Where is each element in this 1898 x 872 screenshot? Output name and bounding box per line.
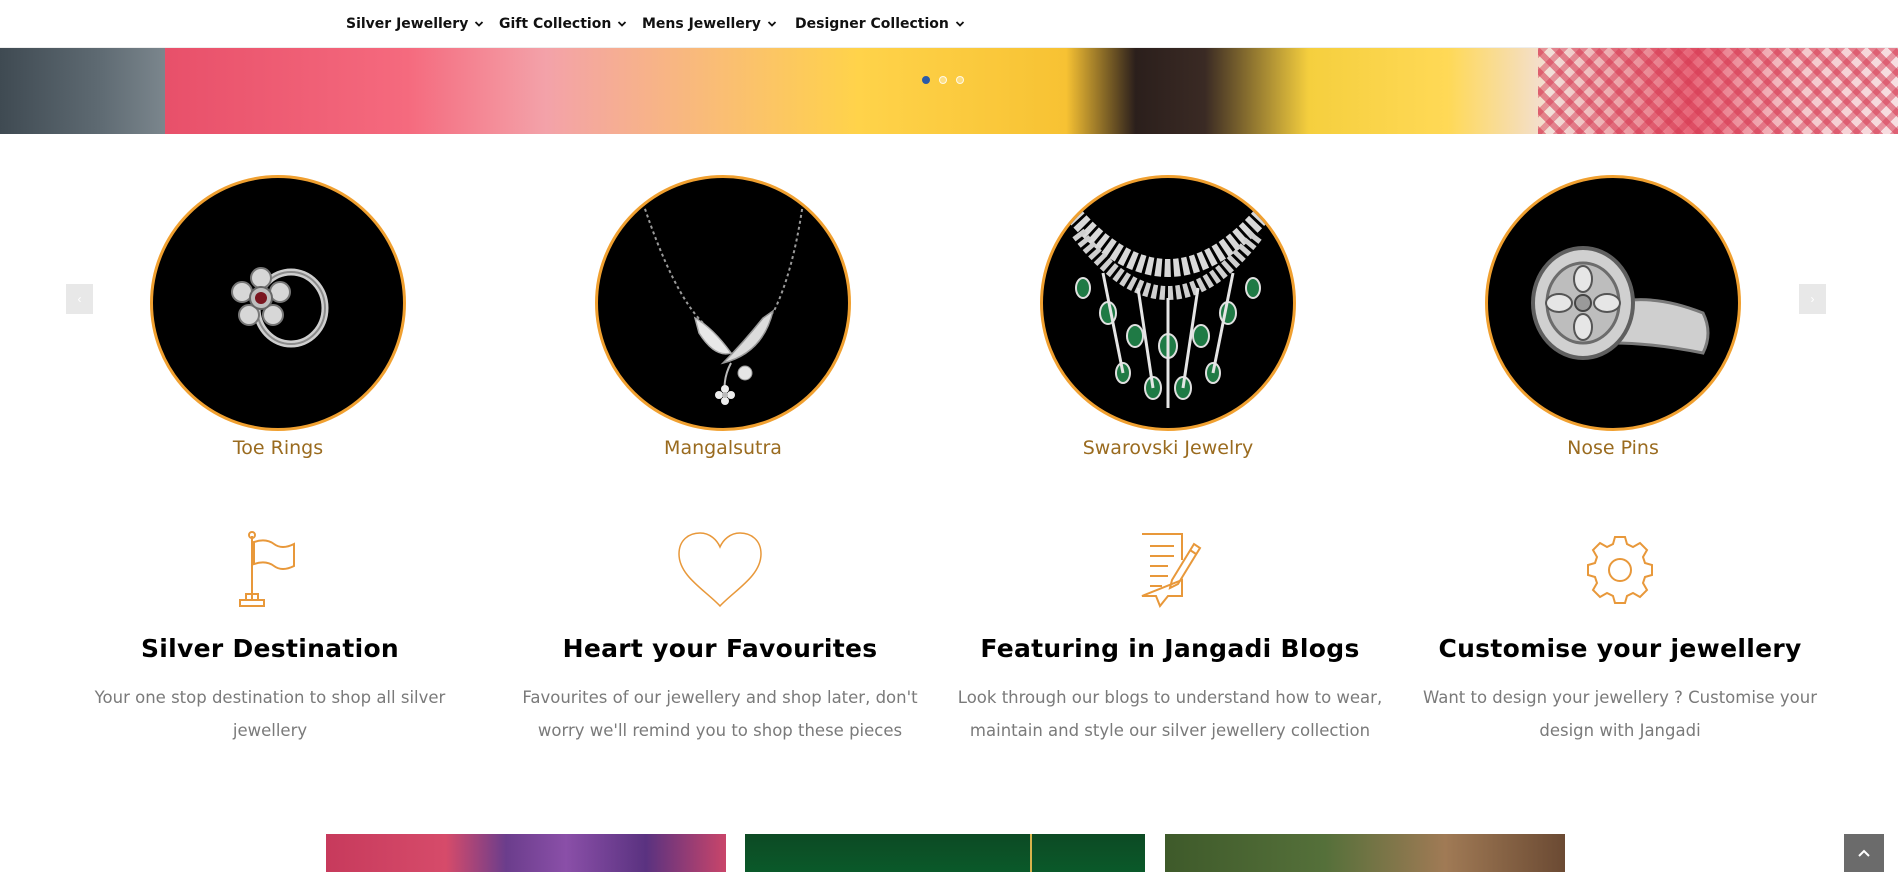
category-image[interactable] (1485, 175, 1741, 431)
gear-icon (1587, 536, 1653, 604)
heart-icon (678, 532, 762, 608)
chevron-down-icon (955, 21, 965, 27)
flag-icon (239, 531, 295, 607)
category-label[interactable]: Mangalsutra (595, 437, 851, 459)
nav-silver-jewellery[interactable]: Silver Jewellery (346, 14, 484, 34)
ring-image (1531, 246, 1710, 360)
nav-mens-jewellery[interactable]: Mens Jewellery (642, 14, 777, 34)
chevron-down-icon (618, 21, 627, 27)
top-navigation: Silver Jewellery Gift Collection Mens Je… (0, 0, 1898, 48)
slider-dot-3[interactable] (956, 76, 964, 84)
page: Silver Jewellery Gift Collection Mens Je… (0, 0, 1898, 872)
promo-tile-2[interactable] (745, 834, 1145, 872)
nav-label: Mens Jewellery (642, 16, 761, 32)
slider-dots (922, 76, 964, 84)
nav-label: Designer Collection (795, 16, 949, 32)
carousel-prev-button[interactable]: ‹ (66, 284, 93, 314)
mangalsutra-image (642, 202, 804, 405)
chevron-right-icon: › (1810, 292, 1815, 306)
category-toe-rings[interactable]: Toe Rings (150, 175, 406, 459)
chevron-left-icon: ‹ (77, 292, 82, 306)
nav-gift-collection[interactable]: Gift Collection (499, 14, 627, 34)
hero-pattern-decoration (1538, 48, 1898, 134)
slider-dot-1[interactable] (922, 76, 930, 84)
back-to-top-button[interactable] (1844, 834, 1884, 872)
feature-title: Silver Destination (140, 634, 400, 663)
carousel-next-button[interactable]: › (1799, 284, 1826, 314)
chevron-up-icon (1858, 849, 1870, 857)
category-label[interactable]: Swarovski Jewelry (1040, 437, 1296, 459)
category-swarovski-jewelry[interactable]: Swarovski Jewelry (1040, 175, 1296, 459)
toe-ring-image (231, 267, 329, 348)
chevron-down-icon (475, 21, 484, 27)
category-nose-pins[interactable]: Nose Pins (1485, 175, 1741, 459)
category-image[interactable] (595, 175, 851, 431)
feature-heart-favourites: Heart your Favourites Favourites of our … (505, 530, 935, 747)
feature-title: Heart your Favourites (562, 634, 878, 663)
document-edit-icon (1141, 533, 1202, 608)
feature-title: Customise your jewellery (1438, 634, 1802, 663)
nav-label: Gift Collection (499, 16, 612, 32)
category-mangalsutra[interactable]: Mangalsutra (595, 175, 851, 459)
category-label[interactable]: Toe Rings (150, 437, 406, 459)
feature-description: Want to design your jewellery ? Customis… (1422, 688, 1818, 740)
feature-silver-destination: Silver Destination Your one stop destina… (55, 530, 485, 747)
category-image[interactable] (150, 175, 406, 431)
hero-banner (0, 48, 1898, 134)
feature-title: Featuring in Jangadi Blogs (980, 634, 1360, 663)
category-label[interactable]: Nose Pins (1485, 437, 1741, 459)
feature-description: Favourites of our jewellery and shop lat… (522, 688, 918, 740)
hero-previous-slide-edge (0, 48, 165, 134)
promo-tile-3[interactable] (1165, 834, 1565, 872)
category-image[interactable] (1040, 175, 1296, 431)
nav-label: Silver Jewellery (346, 16, 469, 32)
feature-description: Your one stop destination to shop all si… (94, 688, 446, 740)
feature-description: Look through our blogs to understand how… (957, 688, 1383, 740)
feature-customise-jewellery: Customise your jewellery Want to design … (1405, 530, 1835, 747)
slider-dot-2[interactable] (939, 76, 947, 84)
feature-jangadi-blogs: Featuring in Jangadi Blogs Look through … (955, 530, 1385, 747)
chevron-down-icon (767, 21, 776, 27)
promo-tile-1[interactable] (326, 834, 726, 872)
nav-designer-collection[interactable]: Designer Collection (795, 14, 965, 34)
necklace-image (1061, 202, 1275, 408)
